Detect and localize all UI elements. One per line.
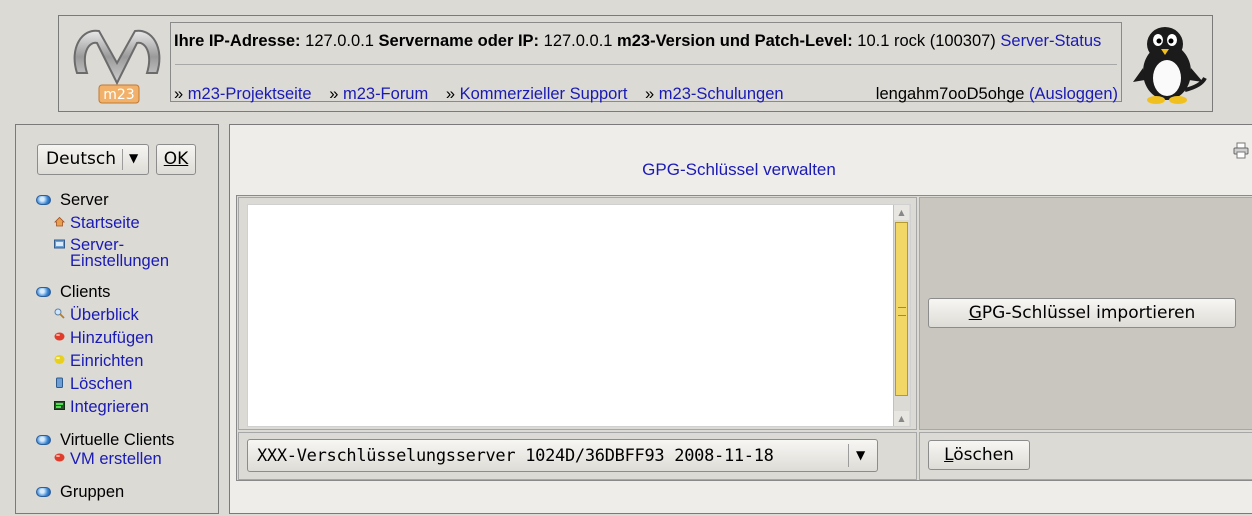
header: m23 Ihre IP-Adresse: 127.0.0.1 Servernam… [58,15,1213,112]
language-value: Deutsch [46,149,116,169]
chevron-down-icon: ▼ [129,151,139,165]
svg-text:m23: m23 [103,87,134,103]
sidebar: Deutsch ▼ OK Server Startseite Server- E… [15,124,219,514]
ip-value: 127.0.0.1 [305,32,374,50]
group-title: Virtuelle Clients [60,431,175,449]
server-settings-icon [54,239,65,249]
selected-key: XXX-Verschlüsselungsserver 1024D/36DBFF9… [257,446,774,466]
server-info-box: Ihre IP-Adresse: 127.0.0.1 Servername od… [170,22,1122,104]
menu-group-clients: Clients Überblick Hinzufügen Einrichten … [36,283,220,417]
logout-link[interactable]: (Ausloggen) [1029,85,1118,103]
red-ball-icon [54,332,65,341]
language-select[interactable]: Deutsch ▼ [37,144,149,175]
version-value: 10.1 rock (100307) [857,32,996,50]
menu-item-einrichten[interactable]: Einrichten [36,352,220,371]
ip-label: Ihre IP-Adresse: [174,32,301,50]
red-ball-icon [54,453,65,462]
delete-key-button[interactable]: Löschen [928,440,1030,470]
menu-item-startseite[interactable]: Startseite [36,214,220,233]
key-select-cell: XXX-Verschlüsselungsserver 1024D/36DBFF9… [238,432,917,480]
gpg-key-table: ▲ ▲ GPG-Schlüssel importieren XXX-Versch… [236,195,1252,481]
scroll-thumb[interactable] [895,222,908,396]
support-link[interactable]: Kommerzieller Support [460,85,628,103]
group-bullet-icon [36,487,51,497]
menu-item-server-einstellungen[interactable]: Server- Einstellungen [36,237,220,269]
group-bullet-icon [36,195,51,205]
group-bullet-icon [36,435,51,445]
username: lengahm7ooD5ohge [875,85,1025,103]
key-input-cell: ▲ ▲ [238,197,917,430]
home-icon [54,216,65,227]
menu-group-virtual-clients: Virtuelle Clients VM erstellen [36,431,220,469]
page-title: GPG-Schlüssel verwalten [642,160,836,179]
main-menu: Server Startseite Server- Einstellungen … [36,191,220,516]
delete-cell: Löschen [919,432,1252,480]
project-links: » m23-Projektseite » m23-Forum » Kommerz… [174,85,784,103]
gpg-key-select[interactable]: XXX-Verschlüsselungsserver 1024D/36DBFF9… [247,439,878,472]
forum-link[interactable]: m23-Forum [343,85,428,103]
info-divider [175,64,1117,65]
version-label: m23-Version und Patch-Level: [617,32,853,50]
menu-item-ueberblick[interactable]: Überblick [36,306,220,325]
chevron-down-icon: ▼ [856,448,866,462]
language-ok-button[interactable]: OK [156,144,196,175]
gpg-key-textarea[interactable]: ▲ ▲ [247,204,911,427]
training-link[interactable]: m23-Schulungen [659,85,784,103]
scroll-up-arrow-icon[interactable]: ▲ [894,205,909,220]
group-bullet-icon [36,287,51,297]
import-gpg-key-button[interactable]: GPG-Schlüssel importieren [928,298,1236,328]
group-title: Server [60,191,109,209]
menu-group-gruppen: Gruppen [36,483,220,502]
menu-item-hinzufuegen[interactable]: Hinzufügen [36,329,220,348]
main-content: GPG-Schlüssel verwalten ▲ ▲ GPG-Schlüsse… [229,124,1252,514]
server-status-link[interactable]: Server-Status [1000,32,1101,50]
menu-group-server: Server Startseite Server- Einstellungen [36,191,220,269]
menu-item-integrieren[interactable]: Integrieren [36,398,220,417]
menu-item-loeschen[interactable]: Löschen [36,375,220,394]
import-cell: GPG-Schlüssel importieren [919,197,1252,430]
integrate-icon [54,401,65,410]
mascot-icon [1133,27,1207,104]
server-label: Servername oder IP: [378,32,540,50]
server-value: 127.0.0.1 [543,32,613,50]
project-page-link[interactable]: m23-Projektseite [188,85,312,103]
server-info-line: Ihre IP-Adresse: 127.0.0.1 Servername od… [174,32,1101,51]
trash-icon [56,377,63,388]
user-info: lengahm7ooD5ohge (Ausloggen) [876,85,1118,104]
group-title: Gruppen [60,483,125,501]
printer-icon[interactable] [1233,142,1249,159]
menu-item-vm-erstellen[interactable]: VM erstellen [36,450,220,469]
m23-logo: m23 [73,29,161,104]
scroll-down-arrow-icon[interactable]: ▲ [894,411,909,426]
textarea-scrollbar[interactable]: ▲ ▲ [893,205,910,426]
group-title: Clients [60,283,111,301]
magnifier-icon [54,308,65,319]
yellow-ball-icon [54,355,65,364]
